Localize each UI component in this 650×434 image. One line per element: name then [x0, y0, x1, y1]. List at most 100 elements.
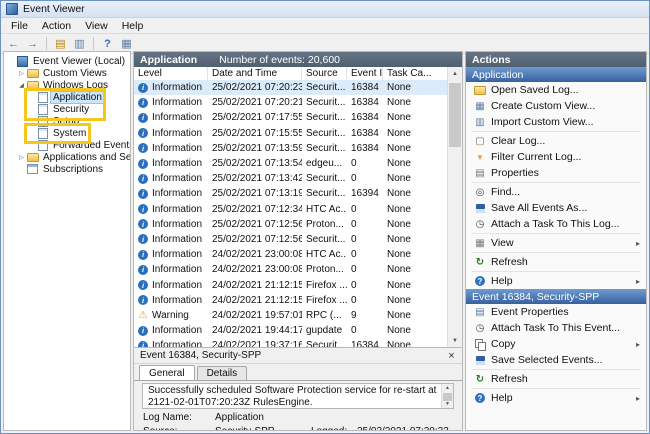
log-icon: [36, 140, 49, 151]
scrollbar-track[interactable]: [448, 81, 462, 334]
scroll-down-icon[interactable]: ▼: [448, 334, 462, 348]
title-bar[interactable]: Event Viewer: [1, 1, 649, 18]
cell-source: Securit...: [306, 82, 346, 94]
action-save-selected-events[interactable]: Save Selected Events...: [466, 352, 646, 368]
tree-item-system[interactable]: System: [4, 127, 130, 139]
toolbar-help-icon[interactable]: ?: [99, 36, 116, 52]
log-icon: [36, 104, 49, 115]
event-row[interactable]: i Information 24/02/2021 21:12:15 Firefox .…: [134, 293, 447, 308]
actions-section-header-event-16384-security-spp[interactable]: Event 16384, Security-SPP: [466, 289, 646, 304]
scroll-up-icon[interactable]: ▲: [442, 384, 453, 392]
close-icon[interactable]: ×: [444, 349, 459, 362]
action-attach-a-task-to-this-log[interactable]: Attach a Task To This Log...: [466, 216, 646, 232]
cell-datetime: 25/02/2021 07:20:21: [212, 97, 302, 109]
expander-icon[interactable]: ◢: [17, 82, 26, 89]
scroll-down-icon[interactable]: ▼: [442, 400, 453, 408]
action-refresh[interactable]: Refresh: [466, 371, 646, 387]
column-header-task-ca[interactable]: Task Ca...: [383, 67, 447, 80]
save-icon: [474, 354, 486, 366]
action-open-saved-log[interactable]: Open Saved Log...: [466, 82, 646, 98]
scroll-up-icon[interactable]: ▲: [448, 67, 462, 81]
cell-event-id: 0: [351, 325, 357, 337]
tree-item-windows-logs[interactable]: ◢ Windows Logs: [4, 79, 130, 91]
tree-item-applications-and-services-lo[interactable]: ▷ Applications and Services Lo: [4, 151, 130, 163]
action-find[interactable]: Find...: [466, 184, 646, 200]
event-row[interactable]: i Information 25/02/2021 07:20:21 Securit..…: [134, 95, 447, 110]
event-row[interactable]: i Information 25/02/2021 07:13:19 Securit..…: [134, 186, 447, 201]
action-attach-task-to-this-event[interactable]: Attach Task To This Event...: [466, 320, 646, 336]
toolbar-show-action-pane-icon[interactable]: ▦: [118, 36, 135, 52]
event-row[interactable]: ⚠ Warning 24/02/2021 19:57:01 RPC (... 9 None: [134, 308, 447, 323]
level-label: Information: [152, 249, 203, 261]
action-create-custom-view[interactable]: Create Custom View...: [466, 98, 646, 114]
description-scrollbar[interactable]: ▲ ▼: [441, 384, 453, 408]
cell-source: Securit...: [306, 112, 346, 124]
event-row[interactable]: i Information 25/02/2021 07:12:56 Proton...…: [134, 217, 447, 232]
toolbar-export-list-icon[interactable]: ▥: [71, 36, 88, 52]
event-description[interactable]: Successfully scheduled Software Protecti…: [142, 383, 454, 409]
event-row[interactable]: i Information 25/02/2021 07:13:54 edgeu... 0…: [134, 156, 447, 171]
tree-item-subscriptions[interactable]: Subscriptions: [4, 163, 130, 175]
filter-icon: [474, 151, 486, 163]
event-row[interactable]: i Information 24/02/2021 23:00:08 Proton...…: [134, 262, 447, 277]
event-row[interactable]: i Information 25/02/2021 07:17:55 Securit..…: [134, 110, 447, 125]
action-help[interactable]: Help ▸: [466, 390, 646, 406]
menu-item-view[interactable]: View: [78, 18, 115, 33]
tree-item-event-viewer-local[interactable]: Event Viewer (Local): [4, 55, 130, 67]
column-header-level[interactable]: Level: [134, 67, 208, 80]
action-properties[interactable]: Properties: [466, 165, 646, 181]
action-clear-log[interactable]: Clear Log...: [466, 133, 646, 149]
action-view[interactable]: View ▸: [466, 235, 646, 251]
scrollbar-thumb[interactable]: [449, 83, 461, 147]
cell-datetime: 25/02/2021 07:20:23: [212, 82, 302, 94]
tree-item-application[interactable]: Application: [4, 90, 130, 104]
expander-icon[interactable]: ▷: [17, 154, 26, 161]
information-icon: i: [138, 143, 148, 154]
tree-item-setup[interactable]: Setup: [4, 115, 130, 127]
event-row[interactable]: i Information 25/02/2021 07:12:34 HTC Ac...…: [134, 202, 447, 217]
action-help[interactable]: Help ▸: [466, 273, 646, 289]
cell-event-id: 16384: [351, 82, 379, 94]
tab-general[interactable]: General: [139, 365, 195, 380]
toolbar-forward-icon[interactable]: →: [24, 36, 41, 52]
toolbar-back-icon[interactable]: ←: [5, 36, 22, 52]
tab-details[interactable]: Details: [196, 366, 248, 380]
cell-datetime: 25/02/2021 07:12:34: [212, 203, 302, 215]
menu-item-action[interactable]: Action: [35, 18, 78, 33]
event-row[interactable]: i Information 24/02/2021 21:12:15 Firefox .…: [134, 277, 447, 292]
action-copy[interactable]: Copy ▸: [466, 336, 646, 352]
vertical-scrollbar[interactable]: ▲ ▼: [447, 67, 462, 348]
action-filter-current-log[interactable]: Filter Current Log...: [466, 149, 646, 165]
cell-event-id: 0: [351, 218, 357, 230]
column-header-event-id[interactable]: Event ID: [347, 67, 383, 80]
menu-item-file[interactable]: File: [4, 18, 35, 33]
create-view-icon: [474, 100, 486, 112]
action-label: Filter Current Log...: [491, 151, 582, 163]
log-icon: [36, 128, 49, 139]
event-row[interactable]: i Information 25/02/2021 07:12:56 Securit..…: [134, 232, 447, 247]
level-label: Information: [152, 112, 203, 124]
separator: [472, 271, 640, 272]
column-header-date-and-time[interactable]: Date and Time: [208, 67, 302, 80]
tree-item-label: Custom Views: [43, 67, 107, 79]
event-row[interactable]: i Information 25/02/2021 07:13:59 Securit..…: [134, 141, 447, 156]
event-row[interactable]: i Information 24/02/2021 23:00:08 HTC Ac...…: [134, 247, 447, 262]
expander-icon[interactable]: ▷: [17, 70, 26, 77]
tree-item-security[interactable]: Security: [4, 103, 130, 115]
action-save-all-events-as[interactable]: Save All Events As...: [466, 200, 646, 216]
actions-section-header-application[interactable]: Application: [466, 67, 646, 82]
tree-item-forwarded-events[interactable]: Forwarded Events: [4, 139, 130, 151]
toolbar-show-console-tree-icon[interactable]: ▤: [52, 36, 69, 52]
tree-item-custom-views[interactable]: ▷ Custom Views: [4, 67, 130, 79]
event-row[interactable]: i Information 24/02/2021 19:44:17 gupdate 0 N…: [134, 323, 447, 338]
event-row[interactable]: i Information 25/02/2021 07:20:23 Securit..…: [134, 80, 447, 96]
action-label: Clear Log...: [491, 135, 546, 147]
event-row[interactable]: i Information 25/02/2021 07:13:42 Securit..…: [134, 171, 447, 186]
scrollbar-thumb[interactable]: [443, 393, 452, 401]
action-refresh[interactable]: Refresh: [466, 254, 646, 270]
action-import-custom-view[interactable]: Import Custom View...: [466, 114, 646, 130]
action-event-properties[interactable]: Event Properties: [466, 304, 646, 320]
menu-item-help[interactable]: Help: [115, 18, 151, 33]
column-header-source[interactable]: Source: [302, 67, 347, 80]
event-row[interactable]: i Information 25/02/2021 07:15:55 Securit..…: [134, 126, 447, 141]
